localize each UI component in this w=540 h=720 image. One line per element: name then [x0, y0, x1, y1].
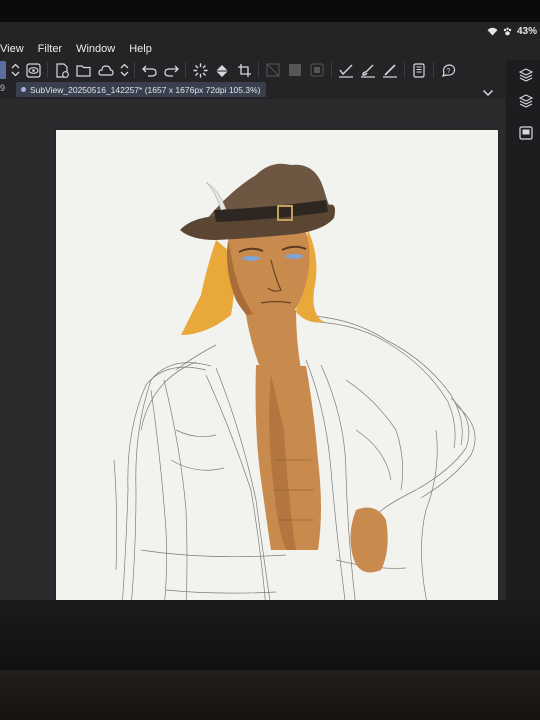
artwork-illustration: [113, 163, 476, 608]
tablet-screen: 43% View Filter Window Help ? 9 SubView_…: [0, 22, 540, 644]
menu-bar: View Filter Window Help: [0, 40, 159, 58]
tab-subview[interactable]: SubView_20250516_142257* (1657 x 1676px …: [16, 82, 266, 97]
layers-icon[interactable]: [518, 68, 534, 82]
device-bezel-bottom: [0, 600, 540, 720]
device-icon[interactable]: [410, 61, 428, 79]
help-icon[interactable]: ?: [439, 61, 457, 79]
hand: [350, 507, 388, 573]
pen-icon[interactable]: [381, 61, 399, 79]
neck: [246, 310, 301, 370]
tab-subview-label: SubView_20250516_142257* (1657 x 1676px …: [30, 84, 261, 95]
layer-mask-icon[interactable]: [286, 61, 304, 79]
open-folder-icon[interactable]: [75, 61, 93, 79]
loading-icon[interactable]: [191, 61, 209, 79]
menu-window[interactable]: Window: [69, 40, 122, 58]
status-bar: 43%: [487, 22, 540, 40]
toolbar-divider: [47, 62, 48, 78]
crop-icon[interactable]: [235, 61, 253, 79]
frame-icon[interactable]: [519, 126, 533, 140]
move-icon[interactable]: [0, 61, 6, 79]
layer-view-icon[interactable]: [24, 61, 42, 79]
paw-icon: [503, 27, 512, 36]
toolbar-divider: [404, 62, 405, 78]
grid-icon[interactable]: [264, 61, 282, 79]
menu-filter[interactable]: Filter: [31, 40, 69, 58]
hat-feather: [205, 181, 227, 211]
device-bezel-top: [0, 0, 540, 22]
fill-icon[interactable]: [213, 61, 231, 79]
clip-icon[interactable]: [308, 61, 326, 79]
command-bar: ?: [0, 59, 500, 81]
layer-stack-icon[interactable]: [518, 94, 534, 108]
tab-status-dot: [21, 87, 26, 92]
hair-left: [181, 240, 235, 335]
battery-level: 43%: [516, 25, 537, 37]
brush-icon[interactable]: [359, 61, 377, 79]
right-palette-dock: [506, 60, 540, 600]
svg-text:?: ?: [446, 68, 450, 75]
desk-surface: [0, 670, 540, 720]
canvas-workspace[interactable]: [0, 99, 505, 614]
menu-view[interactable]: View: [0, 40, 31, 58]
undo-icon[interactable]: [140, 61, 158, 79]
check-brush-icon[interactable]: [337, 61, 355, 79]
tab-index: 9: [0, 83, 6, 93]
document-tab-bar: 9 SubView_20250516_142257* (1657 x 1676p…: [0, 82, 500, 98]
new-canvas-icon[interactable]: [53, 61, 71, 79]
save-cloud-icon[interactable]: [97, 61, 115, 79]
stepper-icon[interactable]: [10, 61, 20, 79]
drawing-canvas[interactable]: [56, 130, 498, 608]
stepper-icon[interactable]: [119, 61, 129, 79]
toolbar-divider: [185, 62, 186, 78]
toolbar-divider: [258, 62, 259, 78]
wifi-icon: [487, 27, 498, 36]
toolbar-divider: [331, 62, 332, 78]
redo-icon[interactable]: [162, 61, 180, 79]
menu-help[interactable]: Help: [122, 40, 159, 58]
toolbar-divider: [134, 62, 135, 78]
toolbar-divider: [433, 62, 434, 78]
